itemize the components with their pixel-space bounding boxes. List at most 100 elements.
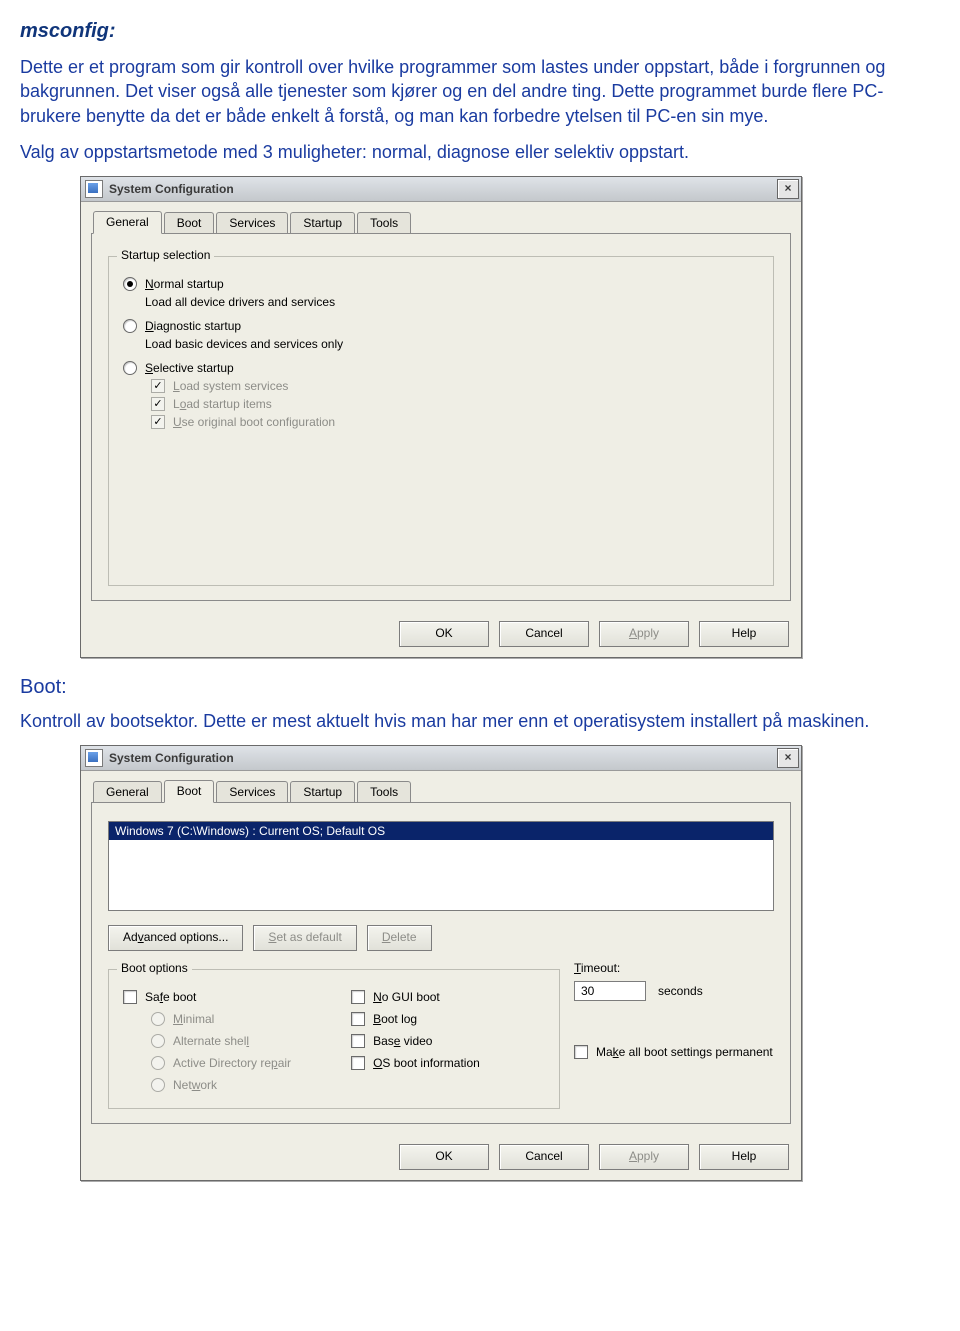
radio-icon <box>151 1078 165 1092</box>
check-label: Load system services <box>173 379 288 393</box>
set-as-default-button[interactable]: Set as default <box>253 925 356 951</box>
radio-diagnostic-startup[interactable]: Diagnostic startup <box>123 319 759 333</box>
doc-paragraph-1: Dette er et program som gir kontroll ove… <box>20 55 940 128</box>
dialog-title: System Configuration <box>109 751 777 765</box>
check-use-original-boot: Use original boot configuration <box>151 415 759 429</box>
apply-button[interactable]: Apply <box>599 1144 689 1170</box>
check-safe-boot[interactable]: Safe boot <box>123 990 291 1004</box>
radio-minimal: Minimal <box>151 1012 291 1026</box>
radio-label: Network <box>173 1078 217 1092</box>
radio-icon <box>123 319 137 333</box>
doc-heading: msconfig: <box>20 20 940 43</box>
tab-services[interactable]: Services <box>216 781 288 803</box>
check-load-startup-items: Load startup items <box>151 397 759 411</box>
boot-options-group: Boot options Safe boot Minimal <box>108 969 560 1109</box>
help-button[interactable]: Help <box>699 621 789 647</box>
seconds-label: seconds <box>658 984 703 998</box>
radio-icon <box>151 1056 165 1070</box>
check-boot-log[interactable]: Boot log <box>351 1012 480 1026</box>
tab-general[interactable]: General <box>93 211 162 234</box>
check-label: Base video <box>373 1034 432 1048</box>
cancel-button[interactable]: Cancel <box>499 1144 589 1170</box>
titlebar[interactable]: System Configuration × <box>81 746 801 771</box>
checkbox-icon <box>351 1056 365 1070</box>
radio-icon <box>151 1034 165 1048</box>
check-label: OS boot information <box>373 1056 480 1070</box>
app-icon <box>85 180 103 198</box>
radio-ad-repair: Active Directory repair <box>151 1056 291 1070</box>
checkbox-icon <box>351 1034 365 1048</box>
dialog-button-row: OK Cancel Apply Help <box>81 1134 801 1180</box>
titlebar[interactable]: System Configuration × <box>81 177 801 202</box>
doc-boot-title: Boot: <box>20 676 940 699</box>
tab-general[interactable]: General <box>93 781 162 803</box>
os-list-item[interactable]: Windows 7 (C:\Windows) : Current OS; Def… <box>109 822 773 840</box>
app-icon <box>85 749 103 767</box>
close-icon[interactable]: × <box>777 179 799 199</box>
checkbox-icon <box>151 379 165 393</box>
checkbox-icon <box>151 415 165 429</box>
advanced-options-button[interactable]: Advanced options... <box>108 925 243 951</box>
ok-button[interactable]: OK <box>399 1144 489 1170</box>
group-legend: Boot options <box>117 961 192 975</box>
radio-label: Alternate shell <box>173 1034 249 1048</box>
timeout-column: Timeout: 30 seconds Make all boot settin… <box>574 961 774 1109</box>
radio-icon <box>123 277 137 291</box>
checkbox-icon <box>123 990 137 1004</box>
check-label: No GUI boot <box>373 990 440 1004</box>
radio-label: Active Directory repair <box>173 1056 291 1070</box>
check-label: Use original boot configuration <box>173 415 335 429</box>
checkbox-icon <box>351 1012 365 1026</box>
tab-startup[interactable]: Startup <box>290 781 355 803</box>
tab-bar: General Boot Services Startup Tools <box>93 210 791 233</box>
check-make-permanent[interactable]: Make all boot settings permanent <box>574 1045 774 1059</box>
normal-startup-sub: Load all device drivers and services <box>145 295 759 309</box>
radio-label: Minimal <box>173 1012 214 1026</box>
close-icon[interactable]: × <box>777 748 799 768</box>
tab-services[interactable]: Services <box>216 212 288 234</box>
tab-panel-boot: Windows 7 (C:\Windows) : Current OS; Def… <box>91 802 791 1124</box>
sysconfig-dialog-general: System Configuration × General Boot Serv… <box>80 176 802 658</box>
sysconfig-dialog-boot: System Configuration × General Boot Serv… <box>80 745 802 1181</box>
tab-tools[interactable]: Tools <box>357 212 411 234</box>
apply-button[interactable]: Apply <box>599 621 689 647</box>
radio-normal-startup[interactable]: Normal startup <box>123 277 759 291</box>
radio-label: Selective startup <box>145 361 234 375</box>
radio-alternate-shell: Alternate shell <box>151 1034 291 1048</box>
tab-boot[interactable]: Boot <box>164 212 215 234</box>
checkbox-icon <box>151 397 165 411</box>
radio-icon <box>151 1012 165 1026</box>
check-label: Load startup items <box>173 397 272 411</box>
check-no-gui-boot[interactable]: No GUI boot <box>351 990 480 1004</box>
check-label: Safe boot <box>145 990 196 1004</box>
check-label: Boot log <box>373 1012 417 1026</box>
tab-panel-general: Startup selection Normal startup Load al… <box>91 233 791 601</box>
doc-paragraph-3: Kontroll av bootsektor. Dette er mest ak… <box>20 709 940 733</box>
dialog-button-row: OK Cancel Apply Help <box>81 611 801 657</box>
check-os-boot-info[interactable]: OS boot information <box>351 1056 480 1070</box>
radio-icon <box>123 361 137 375</box>
radio-label: Normal startup <box>145 277 224 291</box>
delete-button[interactable]: Delete <box>367 925 432 951</box>
timeout-input[interactable]: 30 <box>574 981 646 1001</box>
ok-button[interactable]: OK <box>399 621 489 647</box>
radio-network: Network <box>151 1078 291 1092</box>
checkbox-icon <box>351 990 365 1004</box>
dialog-title: System Configuration <box>109 182 777 196</box>
radio-selective-startup[interactable]: Selective startup <box>123 361 759 375</box>
check-base-video[interactable]: Base video <box>351 1034 480 1048</box>
tab-boot[interactable]: Boot <box>164 780 215 803</box>
radio-label: Diagnostic startup <box>145 319 241 333</box>
group-legend: Startup selection <box>117 248 214 262</box>
doc-paragraph-2: Valg av oppstartsmetode med 3 muligheter… <box>20 140 940 164</box>
check-load-system-services: Load system services <box>151 379 759 393</box>
startup-selection-group: Startup selection Normal startup Load al… <box>108 256 774 586</box>
tab-startup[interactable]: Startup <box>290 212 355 234</box>
checkbox-icon <box>574 1045 588 1059</box>
diagnostic-startup-sub: Load basic devices and services only <box>145 337 759 351</box>
help-button[interactable]: Help <box>699 1144 789 1170</box>
os-listbox[interactable]: Windows 7 (C:\Windows) : Current OS; Def… <box>108 821 774 911</box>
tab-bar: General Boot Services Startup Tools <box>93 779 791 802</box>
tab-tools[interactable]: Tools <box>357 781 411 803</box>
cancel-button[interactable]: Cancel <box>499 621 589 647</box>
